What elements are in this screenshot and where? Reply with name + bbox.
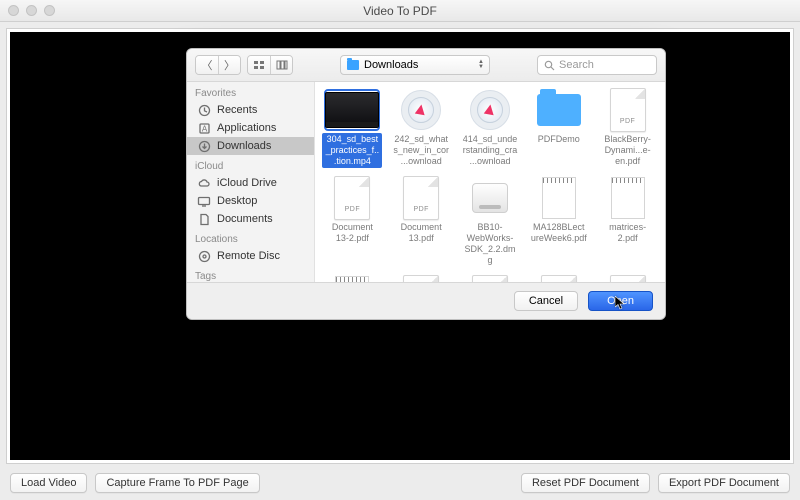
- file-item[interactable]: 304_sd_best_practices_f...tion.mp4: [321, 90, 384, 168]
- file-item[interactable]: BB10-WebWorks-SDK_2.2.dmg: [459, 178, 522, 267]
- file-item[interactable]: PDFDemo: [527, 90, 590, 168]
- file-item[interactable]: 414_sd_understanding_cra...ownload: [459, 90, 522, 168]
- file-item[interactable]: PDF Document 13-2.pdf: [321, 178, 384, 267]
- file-item[interactable]: PDF Document 13.pdf: [390, 178, 453, 267]
- file-thumbnail: PDF: [325, 178, 379, 218]
- sidebar-item-label: Recents: [217, 104, 257, 116]
- file-name-label: Document 13.pdf: [391, 221, 451, 245]
- chevron-updown-icon: ▲▼: [478, 60, 484, 70]
- file-thumbnail: [463, 90, 517, 130]
- sidebar-item-label: Downloads: [217, 140, 271, 152]
- dialog-footer: Cancel Open: [187, 282, 665, 319]
- cancel-button[interactable]: Cancel: [514, 291, 578, 311]
- sidebar-item-recents[interactable]: Recents: [187, 101, 314, 119]
- nav-back-button[interactable]: 〈: [196, 56, 218, 74]
- dialog-sidebar: Favorites Recents A Applications Downloads iC…: [187, 82, 315, 282]
- reset-pdf-button[interactable]: Reset PDF Document: [521, 473, 650, 493]
- search-icon: [544, 60, 555, 71]
- sidebar-section-header: Tags: [187, 265, 314, 282]
- sidebar-item-applications[interactable]: A Applications: [187, 119, 314, 137]
- bottom-toolbar: Load Video Capture Frame To PDF Page Res…: [0, 466, 800, 500]
- file-thumbnail: [325, 90, 379, 130]
- sidebar-item-label: Remote Disc: [217, 250, 280, 262]
- sidebar-item-remote-disc[interactable]: Remote Disc: [187, 247, 314, 265]
- sidebar-section-header: Locations: [187, 228, 314, 247]
- icon-view-button[interactable]: [248, 56, 270, 74]
- sidebar-item-downloads[interactable]: Downloads: [187, 137, 314, 155]
- file-name-label: BlackBerry-Dynami...e-en.pdf: [598, 133, 658, 168]
- file-name-label: BB10-WebWorks-SDK_2.2.dmg: [460, 221, 520, 267]
- window-titlebar: Video To PDF: [0, 0, 800, 22]
- file-thumbnail: [394, 90, 448, 130]
- file-thumbnail: PROV: [463, 277, 517, 282]
- export-pdf-button[interactable]: Export PDF Document: [658, 473, 790, 493]
- sidebar-item-label: iCloud Drive: [217, 177, 277, 189]
- column-view-button[interactable]: [270, 56, 292, 74]
- file-thumbnail: [532, 90, 586, 130]
- file-name-label: matrices-2.pdf: [598, 221, 658, 245]
- file-item[interactable]: PDFBlackBerry-Dynami...e-en.pdf: [596, 90, 659, 168]
- file-browser[interactable]: 304_sd_best_practices_f...tion.mp4 242_sd…: [315, 82, 665, 282]
- load-video-button[interactable]: Load Video: [10, 473, 87, 493]
- sidebar-item-icloud-drive[interactable]: iCloud Drive: [187, 174, 314, 192]
- file-name-label: PDFDemo: [536, 133, 582, 146]
- search-input[interactable]: Search: [537, 55, 657, 75]
- open-file-dialog: 〈 〉 Downloads ▲▼ Search Favorites Recents…: [186, 48, 666, 320]
- file-item[interactable]: matrices.pdf: [321, 277, 384, 282]
- file-name-label: 304_sd_best_practices_f...tion.mp4: [322, 133, 382, 168]
- clock-icon: [197, 104, 211, 116]
- sidebar-item-documents[interactable]: Documents: [187, 210, 314, 228]
- file-thumbnail: PDF: [601, 90, 655, 130]
- file-item[interactable]: PROVEisenDevice.provisionprofile: [527, 277, 590, 282]
- file-thumbnail: PDF: [601, 277, 655, 282]
- folder-icon: [347, 60, 359, 70]
- file-thumbnail: [532, 178, 586, 218]
- desktop-icon: [197, 195, 211, 207]
- svg-text:A: A: [201, 124, 207, 133]
- sidebar-item-label: Applications: [217, 122, 276, 134]
- file-item[interactable]: matrices-2.pdf: [596, 178, 659, 267]
- location-popup[interactable]: Downloads ▲▼: [340, 55, 490, 75]
- sidebar-section-header: Favorites: [187, 82, 314, 101]
- search-placeholder: Search: [559, 59, 594, 71]
- file-name-label: MA128BLectureWeek6.pdf: [529, 221, 589, 245]
- disc-icon: [197, 250, 211, 262]
- file-item[interactable]: PDFquiz_04sle_eigenvaluesan...ution.pdf: [390, 277, 453, 282]
- view-mode-segment: [247, 55, 293, 75]
- file-thumbnail: PDF: [394, 178, 448, 218]
- file-item[interactable]: PROVEisenDistri.provisionprofile: [459, 277, 522, 282]
- sidebar-section-header: iCloud: [187, 155, 314, 174]
- file-item[interactable]: MA128BLectureWeek6.pdf: [527, 178, 590, 267]
- open-button[interactable]: Open: [588, 291, 653, 311]
- file-item[interactable]: PDFTNPSC-GENER...RIAL.pdf: [596, 277, 659, 282]
- sidebar-item-label: Documents: [217, 213, 273, 225]
- location-label: Downloads: [364, 59, 418, 71]
- file-name-label: Document 13-2.pdf: [322, 221, 382, 245]
- downloads-icon: [197, 140, 211, 152]
- file-thumbnail: PROV: [532, 277, 586, 282]
- file-name-label: 414_sd_understanding_cra...ownload: [460, 133, 520, 168]
- file-thumbnail: [325, 277, 379, 282]
- window-title: Video To PDF: [0, 4, 800, 18]
- file-name-label: 242_sd_whats_new_in_cor...ownload: [391, 133, 451, 168]
- sidebar-item-label: Desktop: [217, 195, 257, 207]
- file-item[interactable]: 242_sd_whats_new_in_cor...ownload: [390, 90, 453, 168]
- dialog-toolbar: 〈 〉 Downloads ▲▼ Search: [187, 49, 665, 82]
- file-thumbnail: PDF: [394, 277, 448, 282]
- file-thumbnail: [601, 178, 655, 218]
- cloud-icon: [197, 177, 211, 189]
- file-thumbnail: [463, 178, 517, 218]
- sidebar-item-desktop[interactable]: Desktop: [187, 192, 314, 210]
- open-button-label: Open: [607, 295, 634, 307]
- nav-forward-button[interactable]: 〉: [218, 56, 240, 74]
- docs-icon: [197, 213, 211, 225]
- nav-back-forward: 〈 〉: [195, 55, 241, 75]
- apps-icon: A: [197, 122, 211, 134]
- capture-frame-button[interactable]: Capture Frame To PDF Page: [95, 473, 259, 493]
